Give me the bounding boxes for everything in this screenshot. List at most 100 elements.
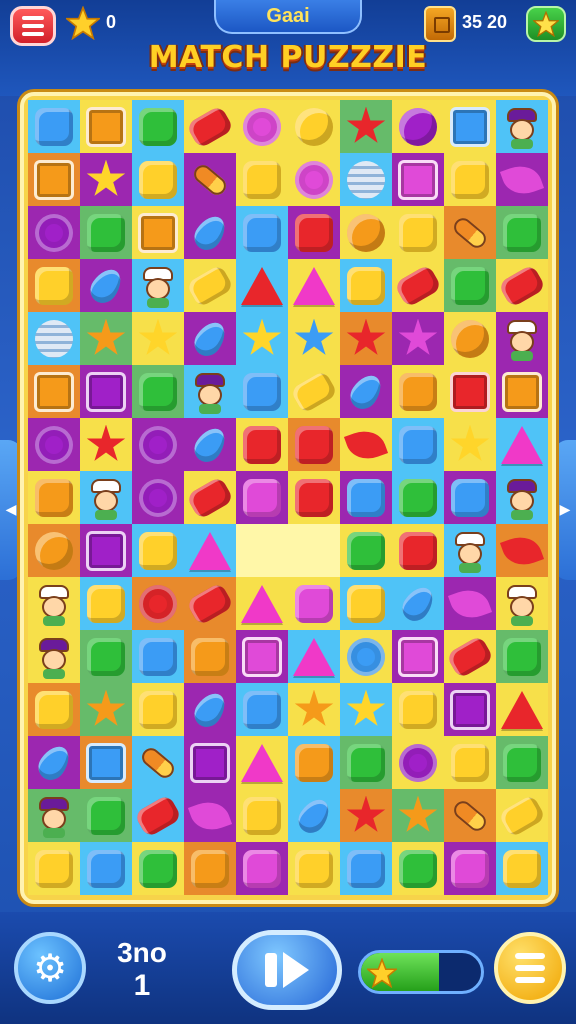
board-cell[interactable]: [340, 471, 392, 524]
board-cell[interactable]: [392, 736, 444, 789]
board-cell[interactable]: [444, 471, 496, 524]
board-cell[interactable]: [236, 100, 288, 153]
board-cell[interactable]: [132, 418, 184, 471]
board-cell[interactable]: [184, 153, 236, 206]
board-cell[interactable]: [80, 418, 132, 471]
board-cell[interactable]: [496, 418, 548, 471]
board-cell[interactable]: [288, 577, 340, 630]
board-cell[interactable]: [392, 630, 444, 683]
board-cell[interactable]: [28, 736, 80, 789]
board-cell[interactable]: [288, 789, 340, 842]
board-cell[interactable]: [392, 206, 444, 259]
board-cell[interactable]: [340, 577, 392, 630]
board-cell[interactable]: [132, 630, 184, 683]
board-cell[interactable]: [80, 789, 132, 842]
board-cell[interactable]: [340, 736, 392, 789]
board-cell[interactable]: [288, 365, 340, 418]
board-cell[interactable]: [496, 842, 548, 895]
list-menu-button[interactable]: [494, 932, 566, 1004]
board-cell[interactable]: [236, 206, 288, 259]
board-cell[interactable]: [340, 312, 392, 365]
board-cell[interactable]: [444, 206, 496, 259]
board-cell[interactable]: [444, 100, 496, 153]
board-cell[interactable]: [444, 736, 496, 789]
board-cell[interactable]: [340, 524, 392, 577]
board-cell[interactable]: [392, 577, 444, 630]
board-cell[interactable]: [392, 259, 444, 312]
board-cell[interactable]: [236, 683, 288, 736]
board-cell[interactable]: [184, 471, 236, 524]
board-cell[interactable]: [80, 842, 132, 895]
board-cell[interactable]: [80, 153, 132, 206]
board-cell[interactable]: [496, 312, 548, 365]
board-cell[interactable]: [28, 789, 80, 842]
board-cell[interactable]: [132, 524, 184, 577]
board-cell[interactable]: [184, 524, 236, 577]
board-cell[interactable]: [80, 100, 132, 153]
board-cell[interactable]: [184, 789, 236, 842]
board-cell[interactable]: [444, 683, 496, 736]
board-cell[interactable]: [28, 524, 80, 577]
board-cell[interactable]: [288, 842, 340, 895]
board-cell[interactable]: [392, 418, 444, 471]
board-cell[interactable]: [28, 842, 80, 895]
board-cell[interactable]: [496, 259, 548, 312]
board-cell[interactable]: [236, 471, 288, 524]
board-cell[interactable]: [496, 736, 548, 789]
board-cell[interactable]: [132, 365, 184, 418]
board-cell[interactable]: [184, 577, 236, 630]
board-cell[interactable]: [236, 312, 288, 365]
board-cell[interactable]: [184, 418, 236, 471]
board-cell[interactable]: [444, 153, 496, 206]
star-bonus-button[interactable]: [526, 6, 566, 42]
board-cell[interactable]: [184, 259, 236, 312]
board-cell[interactable]: [80, 312, 132, 365]
board-cell[interactable]: [496, 100, 548, 153]
board-cell[interactable]: [28, 312, 80, 365]
board-cell[interactable]: [132, 259, 184, 312]
board-cell[interactable]: [28, 100, 80, 153]
game-board[interactable]: [28, 100, 548, 895]
board-cell[interactable]: [80, 577, 132, 630]
board-cell[interactable]: [28, 153, 80, 206]
board-cell[interactable]: [132, 789, 184, 842]
board-cell[interactable]: [392, 100, 444, 153]
board-cell[interactable]: [392, 524, 444, 577]
chest-icon[interactable]: [424, 6, 456, 42]
board-cell[interactable]: [288, 683, 340, 736]
board-cell[interactable]: [496, 577, 548, 630]
board-cell[interactable]: [236, 365, 288, 418]
board-cell[interactable]: [132, 842, 184, 895]
board-cell[interactable]: [392, 683, 444, 736]
board-cell[interactable]: [392, 471, 444, 524]
board-cell[interactable]: [80, 736, 132, 789]
board-cell[interactable]: [80, 259, 132, 312]
board-cell[interactable]: [288, 471, 340, 524]
board-cell[interactable]: [132, 577, 184, 630]
board-cell[interactable]: [28, 206, 80, 259]
board-cell[interactable]: [132, 153, 184, 206]
board-cell[interactable]: [80, 630, 132, 683]
board-cell[interactable]: [236, 259, 288, 312]
board-cell[interactable]: [132, 736, 184, 789]
board-cell[interactable]: [236, 577, 288, 630]
board-cell[interactable]: [236, 789, 288, 842]
board-cell[interactable]: [444, 524, 496, 577]
board-cell[interactable]: [496, 789, 548, 842]
board-cell[interactable]: [496, 365, 548, 418]
board-cell[interactable]: [444, 259, 496, 312]
board-cell[interactable]: [340, 206, 392, 259]
board-cell[interactable]: [392, 153, 444, 206]
board-cell[interactable]: [496, 206, 548, 259]
board-cell[interactable]: [340, 418, 392, 471]
board-cell[interactable]: [184, 736, 236, 789]
level-name-tab[interactable]: Gaai: [214, 0, 362, 34]
board-cell[interactable]: [340, 630, 392, 683]
board-cell[interactable]: [184, 365, 236, 418]
board-cell[interactable]: [132, 312, 184, 365]
board-cell[interactable]: [496, 153, 548, 206]
board-cell[interactable]: [444, 312, 496, 365]
board-cell[interactable]: [236, 736, 288, 789]
board-cell[interactable]: [236, 842, 288, 895]
board-cell[interactable]: [288, 418, 340, 471]
